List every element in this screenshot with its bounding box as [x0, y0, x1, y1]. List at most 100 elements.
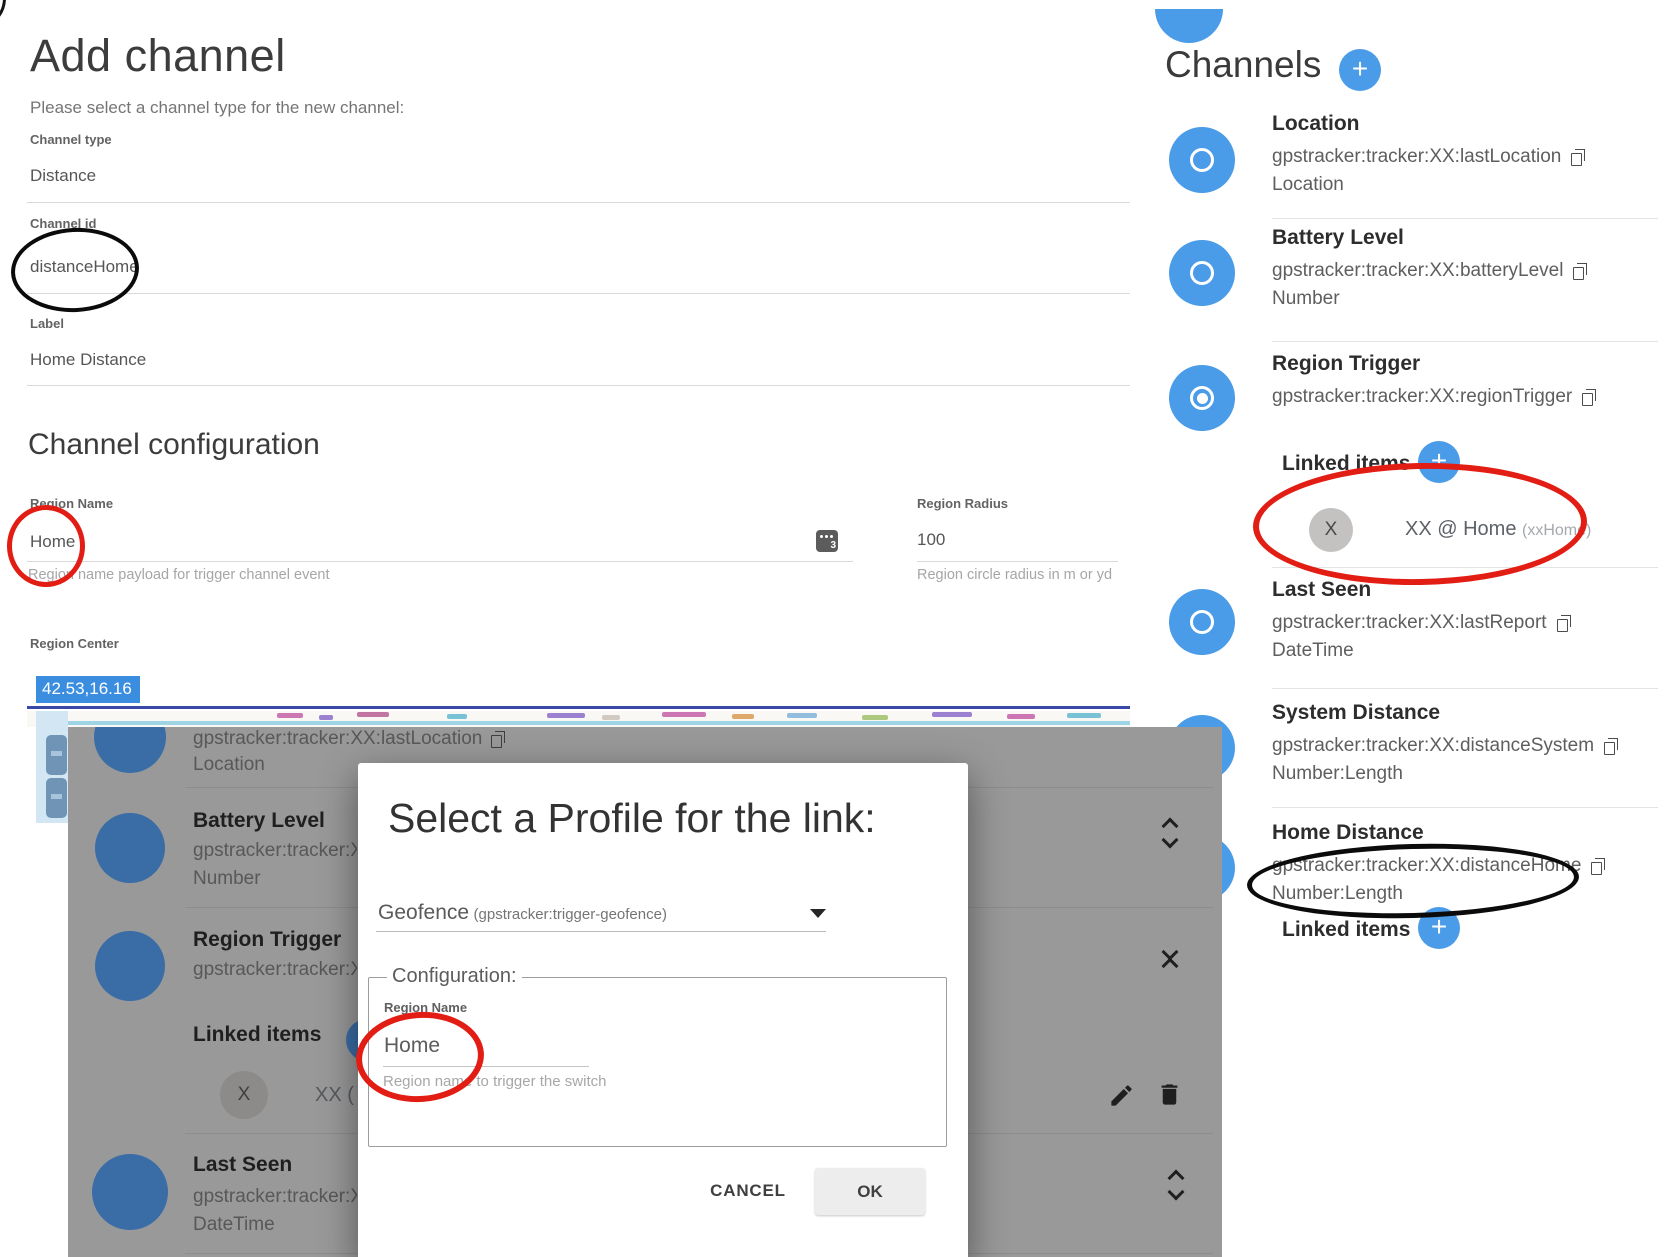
channel-type: Location [1272, 174, 1344, 196]
dim-channel-avatar [92, 1154, 168, 1230]
region-radius-underline [917, 561, 1118, 562]
copy-icon[interactable] [1604, 738, 1619, 755]
region-name-input[interactable]: Home [30, 532, 75, 552]
map-zoom-out-button[interactable] [46, 778, 67, 818]
circle-icon [1190, 261, 1214, 285]
channel-id-underline [27, 293, 1130, 294]
region-radius-helper: Region circle radius in m or yd [917, 567, 1112, 583]
dialog-title: Select a Profile for the link: [388, 795, 876, 842]
copy-icon[interactable] [1582, 389, 1597, 406]
channel-id: gpstracker:tracker:XX:lastLocation [1272, 146, 1561, 168]
channel-title[interactable]: Battery Level [1272, 226, 1404, 250]
divider [1272, 807, 1658, 808]
channel-title[interactable]: Location [1272, 112, 1360, 136]
label-underline [27, 385, 1130, 386]
channel-avatar [1169, 365, 1235, 431]
dim-channel-title: Last Seen [193, 1153, 292, 1177]
profile-dialog: Select a Profile for the link: Geofence … [358, 763, 968, 1257]
dim-linked-item-avatar: X [220, 1071, 268, 1119]
region-radius-input[interactable]: 100 [917, 530, 945, 550]
linked-item-suffix: (xxHome) [1522, 522, 1591, 539]
input-mode-icon[interactable] [816, 530, 838, 552]
dialog-region-name-input[interactable]: Home [384, 1034, 440, 1058]
edit-pencil-icon[interactable] [1108, 1082, 1135, 1114]
linked-item-avatar: X [1309, 508, 1353, 552]
channel-id: gpstracker:tracker:XX:distanceHome [1272, 855, 1581, 877]
linked-items-heading: Linked items [1282, 452, 1410, 476]
dialog-region-name-helper: Region name to trigger the switch [383, 1073, 606, 1090]
copy-icon [491, 731, 506, 748]
channel-title[interactable]: System Distance [1272, 701, 1440, 725]
channel-type: Number:Length [1272, 763, 1403, 785]
channel-type: Number:Length [1272, 883, 1403, 905]
region-name-label: Region Name [30, 496, 113, 511]
label-label: Label [30, 316, 64, 331]
dim-channel-title: Battery Level [193, 809, 325, 833]
copy-icon[interactable] [1557, 615, 1572, 632]
ok-button[interactable]: OK [815, 1168, 925, 1215]
dim-channel-id: gpstracker:tracker:X [193, 840, 357, 862]
reorder-unfold-more-icon[interactable] [1170, 1172, 1182, 1198]
channel-id: gpstracker:tracker:XX:lastReport [1272, 612, 1547, 634]
fieldset-legend: Configuration: [387, 965, 522, 988]
profile-select[interactable]: Geofence (gpstracker:trigger-geofence) [378, 901, 667, 925]
channel-title[interactable]: Home Distance [1272, 821, 1424, 845]
dialog-input-underline [383, 1066, 589, 1067]
select-underline [376, 931, 826, 932]
modal-backdrop[interactable]: gpstracker:tracker:XX:lastLocation Locat… [68, 727, 1222, 1257]
scrolled-add-button-partial [1155, 9, 1225, 44]
channel-title[interactable]: Region Trigger [1272, 352, 1420, 376]
select-caret-icon[interactable] [810, 909, 826, 918]
profile-select-value: Geofence [378, 901, 469, 924]
channel-avatar [1169, 589, 1235, 655]
region-radius-label: Region Radius [917, 496, 1008, 511]
channel-avatar [1169, 127, 1235, 193]
dim-channel-avatar [95, 931, 165, 1001]
add-channel-button[interactable]: + [1339, 49, 1381, 91]
label-input[interactable]: Home Distance [30, 350, 146, 370]
channel-id: gpstracker:tracker:XX:batteryLevel [1272, 260, 1563, 282]
page-title: Add channel [30, 30, 286, 82]
channel-type-value[interactable]: Distance [30, 166, 96, 186]
map-road-line [68, 721, 1130, 725]
divider [1272, 341, 1658, 342]
channel-type-label: Channel type [30, 132, 112, 147]
channel-type: Number [1272, 288, 1340, 310]
circle-icon [1190, 610, 1214, 634]
cancel-button[interactable]: CANCEL [703, 1181, 793, 1201]
delete-trash-icon[interactable] [1156, 1081, 1183, 1113]
channels-heading: Channels [1165, 44, 1321, 86]
copy-icon[interactable] [1591, 858, 1606, 875]
dim-channel-id: gpstracker:tracker:X [193, 1186, 357, 1208]
region-center-focus-underline [27, 706, 1130, 709]
channel-id: gpstracker:tracker:XX:distanceSystem [1272, 735, 1594, 757]
configuration-fieldset: Configuration: Region Name Home Region n… [368, 977, 947, 1147]
region-name-underline [27, 561, 853, 562]
reorder-unfold-more-icon[interactable] [1164, 820, 1176, 846]
dim-channel-type: Number [193, 868, 261, 890]
channel-id: gpstracker:tracker:XX:regionTrigger [1272, 386, 1572, 408]
channel-title[interactable]: Last Seen [1272, 578, 1371, 602]
dim-linked-items-heading: Linked items [193, 1023, 321, 1047]
region-name-helper: Region name payload for trigger channel … [28, 567, 329, 583]
dim-linked-item-label: XX ( [315, 1084, 354, 1107]
channel-id-input[interactable]: distanceHome [30, 257, 139, 277]
channel-config-heading: Channel configuration [28, 428, 320, 462]
channel-id-label: Channel id [30, 216, 96, 231]
map-control-panel [36, 711, 68, 823]
region-center-input[interactable]: 42.53,16.16 [36, 676, 140, 703]
divider [1272, 567, 1658, 568]
copy-icon[interactable] [1571, 149, 1586, 166]
annotation-corner-arc [0, 0, 6, 30]
region-center-label: Region Center [30, 636, 119, 651]
add-linked-item-button[interactable]: + [1418, 441, 1460, 483]
copy-icon[interactable] [1573, 263, 1588, 280]
linked-items-heading: Linked items [1282, 918, 1410, 942]
linked-item-label[interactable]: XX @ Home (xxHome) [1405, 518, 1591, 541]
dim-channel-id: gpstracker:tracker:X [193, 959, 357, 981]
dim-channel-title: Region Trigger [193, 928, 341, 952]
map-zoom-in-button[interactable] [46, 735, 67, 775]
reorder-unfold-less-icon[interactable] [1164, 946, 1176, 972]
screen: Add channel Please select a channel type… [0, 0, 1670, 1257]
add-linked-item-button[interactable]: + [1418, 907, 1460, 949]
